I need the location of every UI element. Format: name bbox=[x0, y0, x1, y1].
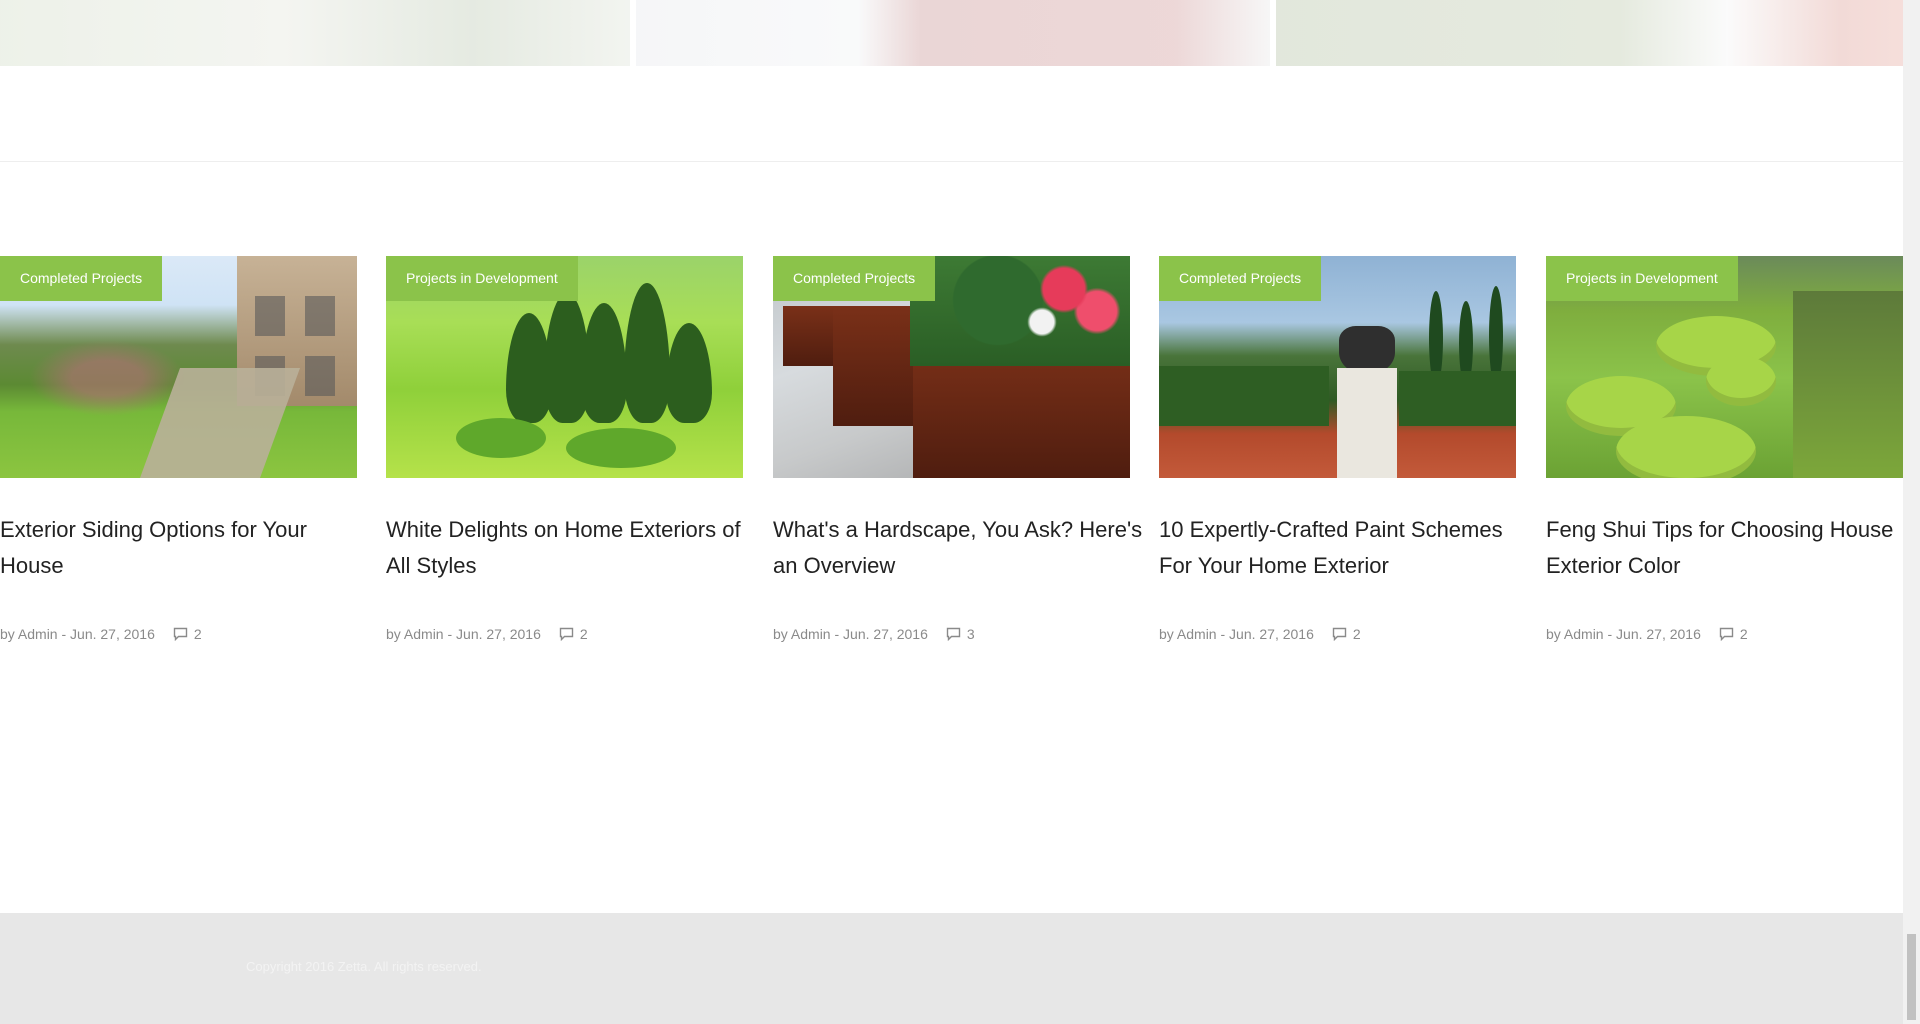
category-badge[interactable]: Completed Projects bbox=[1159, 256, 1322, 301]
copyright-text: Copyright 2016 Zetta. All rights reserve… bbox=[246, 959, 482, 974]
site-footer: Copyright 2016 Zetta. All rights reserve… bbox=[0, 913, 1903, 1024]
comment-count: 2 bbox=[1352, 626, 1361, 642]
vertical-scrollbar[interactable] bbox=[1903, 0, 1920, 1024]
comment-icon bbox=[1719, 627, 1734, 641]
post-meta: by Admin - Jun. 27, 2016 2 bbox=[1546, 626, 1748, 642]
comments-link[interactable]: 2 bbox=[1719, 626, 1748, 642]
comment-count: 2 bbox=[1739, 626, 1748, 642]
comments-link[interactable]: 2 bbox=[559, 626, 588, 642]
category-badge[interactable]: Completed Projects bbox=[0, 256, 163, 301]
post-thumbnail[interactable]: Completed Projects bbox=[1159, 256, 1516, 478]
comment-count: 2 bbox=[193, 626, 202, 642]
comment-icon bbox=[559, 627, 574, 641]
post-card: Projects in Development Feng Shui Tips f… bbox=[1546, 256, 1903, 642]
post-card: Projects in Development White Delights o… bbox=[386, 256, 743, 642]
post-byline: by Admin - Jun. 27, 2016 bbox=[773, 626, 928, 642]
post-byline: by Admin - Jun. 27, 2016 bbox=[386, 626, 541, 642]
post-byline: by Admin - Jun. 27, 2016 bbox=[1159, 626, 1314, 642]
post-thumbnail[interactable]: Projects in Development bbox=[1546, 256, 1903, 478]
post-title[interactable]: Exterior Siding Options for Your House bbox=[0, 512, 370, 584]
post-thumbnail[interactable]: Projects in Development bbox=[386, 256, 743, 478]
post-thumbnail[interactable]: Completed Projects bbox=[0, 256, 357, 478]
post-meta: by Admin - Jun. 27, 2016 2 bbox=[1159, 626, 1361, 642]
post-title[interactable]: 10 Expertly-Crafted Paint Schemes For Yo… bbox=[1159, 512, 1529, 584]
post-card: Completed Projects What's a Hardscape, Y… bbox=[773, 256, 1142, 642]
comment-icon bbox=[1332, 627, 1347, 641]
post-meta: by Admin - Jun. 27, 2016 2 bbox=[0, 626, 202, 642]
post-title[interactable]: Feng Shui Tips for Choosing House Exteri… bbox=[1546, 512, 1916, 584]
category-badge[interactable]: Projects in Development bbox=[386, 256, 578, 301]
post-byline: by Admin - Jun. 27, 2016 bbox=[0, 626, 155, 642]
comment-icon bbox=[946, 627, 961, 641]
post-card: Completed Projects Exterior Siding Optio… bbox=[0, 256, 357, 642]
comment-icon bbox=[173, 627, 188, 641]
post-title[interactable]: White Delights on Home Exteriors of All … bbox=[386, 512, 756, 584]
comments-link[interactable]: 2 bbox=[1332, 626, 1361, 642]
category-badge[interactable]: Completed Projects bbox=[773, 256, 936, 301]
comment-count: 2 bbox=[579, 626, 588, 642]
blog-posts-row: Completed Projects Exterior Siding Optio… bbox=[0, 256, 1903, 676]
gallery-image[interactable] bbox=[0, 0, 630, 66]
post-meta: by Admin - Jun. 27, 2016 2 bbox=[386, 626, 588, 642]
category-badge[interactable]: Projects in Development bbox=[1546, 256, 1738, 301]
gallery-image[interactable] bbox=[1276, 0, 1903, 66]
gallery-image[interactable] bbox=[636, 0, 1270, 66]
post-title[interactable]: What's a Hardscape, You Ask? Here's an O… bbox=[773, 512, 1143, 584]
post-byline: by Admin - Jun. 27, 2016 bbox=[1546, 626, 1701, 642]
top-gallery-strip bbox=[0, 0, 1903, 66]
comments-link[interactable]: 2 bbox=[173, 626, 202, 642]
post-meta: by Admin - Jun. 27, 2016 3 bbox=[773, 626, 975, 642]
scrollbar-thumb[interactable] bbox=[1907, 934, 1916, 1020]
section-divider bbox=[0, 161, 1903, 162]
comments-link[interactable]: 3 bbox=[946, 626, 975, 642]
comment-count: 3 bbox=[966, 626, 975, 642]
post-card: Completed Projects 10 Expertly-Crafted P… bbox=[1159, 256, 1516, 642]
post-thumbnail[interactable]: Completed Projects bbox=[773, 256, 1130, 478]
